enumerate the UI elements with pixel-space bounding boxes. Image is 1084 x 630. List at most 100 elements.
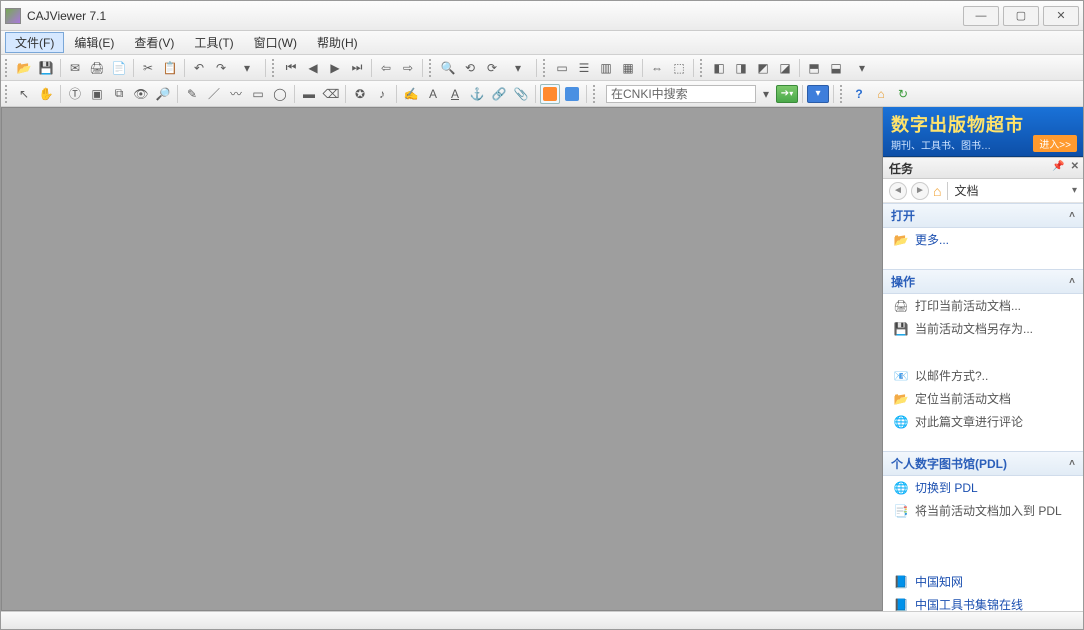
toolbar-grip[interactable] <box>593 85 598 103</box>
last-page-icon[interactable]: ⏭ <box>347 58 367 78</box>
eraser-icon[interactable]: ⌫ <box>321 84 341 104</box>
menu-view[interactable]: 查看(V) <box>124 32 184 53</box>
show-annot-icon[interactable] <box>540 84 560 104</box>
section-pdl-header[interactable]: 个人数字图书馆(PDL) ˄ <box>883 451 1083 476</box>
zoom-icon[interactable]: 🔍 <box>438 58 458 78</box>
close-pane-icon[interactable]: ✕ <box>1071 161 1079 172</box>
fit-page-icon[interactable]: ⬚ <box>669 58 689 78</box>
search-scope-dropdown[interactable]: ▾ <box>758 84 774 104</box>
cut-icon[interactable]: ✂ <box>138 58 158 78</box>
btn-d-icon[interactable]: ◪ <box>775 58 795 78</box>
banner-enter-button[interactable]: 进入>> <box>1033 135 1077 152</box>
nav-dropdown[interactable]: ▾ <box>1072 185 1077 196</box>
nav-forward-icon[interactable]: ► <box>911 182 929 200</box>
first-page-icon[interactable]: ⏮ <box>281 58 301 78</box>
toolbar-grip[interactable] <box>543 59 548 77</box>
nav-back-icon[interactable]: ◄ <box>889 182 907 200</box>
rotate-left-icon[interactable]: ⟲ <box>460 58 480 78</box>
link-tools[interactable]: 📘 中国工具书集锦在线 <box>883 593 1083 611</box>
anchor-icon[interactable]: ⚓ <box>467 84 487 104</box>
forward-icon[interactable]: ⇨ <box>398 58 418 78</box>
pdl-add[interactable]: 📑 将当前活动文档加入到 PDL <box>883 499 1083 522</box>
toolbar-grip[interactable] <box>700 59 705 77</box>
fit-width-icon[interactable]: ⇔ <box>647 58 667 78</box>
ellipse-icon[interactable]: ◯ <box>270 84 290 104</box>
menu-file[interactable]: 文件(F) <box>5 32 64 53</box>
select-text-icon[interactable]: Ⓣ <box>65 84 85 104</box>
op-saveas[interactable]: 💾 当前活动文档另存为... <box>883 317 1083 340</box>
rect-icon[interactable]: ▭ <box>248 84 268 104</box>
toolbar-grip[interactable] <box>272 59 277 77</box>
pencil-icon[interactable]: ✎ <box>182 84 202 104</box>
magnify-icon[interactable]: 🔎 <box>153 84 173 104</box>
menu-tools[interactable]: 工具(T) <box>184 32 243 53</box>
open-more[interactable]: 📂 更多... <box>883 228 1083 251</box>
pointer-icon[interactable]: ↖ <box>14 84 34 104</box>
layout-facing-icon[interactable]: ▥ <box>596 58 616 78</box>
highlight-icon[interactable]: ▬ <box>299 84 319 104</box>
note-icon[interactable]: ✍ <box>401 84 421 104</box>
toolbar-grip[interactable] <box>5 85 10 103</box>
open-icon[interactable]: 📂 <box>14 58 34 78</box>
document-canvas[interactable] <box>1 107 883 611</box>
link-cnki[interactable]: 📘 中国知网 <box>883 570 1083 593</box>
copy-icon[interactable]: 📄 <box>109 58 129 78</box>
nav-home-icon[interactable]: ⌂ <box>933 183 941 199</box>
menu-edit[interactable]: 编辑(E) <box>64 32 124 53</box>
attach-icon[interactable]: 📎 <box>511 84 531 104</box>
btn-a-icon[interactable]: ◧ <box>709 58 729 78</box>
pdl-switch[interactable]: 🌐 切换到 PDL <box>883 476 1083 499</box>
maximize-button[interactable]: ▢ <box>1003 6 1039 26</box>
next-page-icon[interactable]: ▶ <box>325 58 345 78</box>
home-icon[interactable]: ⌂ <box>871 84 891 104</box>
zoom-dropdown[interactable]: ▾ <box>504 58 532 78</box>
line-icon[interactable]: ／ <box>204 84 224 104</box>
music-icon[interactable]: ♪ <box>372 84 392 104</box>
search-input[interactable] <box>606 85 756 103</box>
toolbar-grip[interactable] <box>429 59 434 77</box>
btn-f-icon[interactable]: ⬓ <box>826 58 846 78</box>
prev-page-icon[interactable]: ◀ <box>303 58 323 78</box>
btn-b-icon[interactable]: ◨ <box>731 58 751 78</box>
menu-help[interactable]: 帮助(H) <box>307 32 368 53</box>
minimize-button[interactable]: — <box>963 6 999 26</box>
share-icon[interactable] <box>562 84 582 104</box>
hand-icon[interactable]: ✋ <box>36 84 56 104</box>
section-open-header[interactable]: 打开 ˄ <box>883 203 1083 228</box>
layout-multi-icon[interactable]: ▦ <box>618 58 638 78</box>
snapshot-icon[interactable]: ⧉ <box>109 84 129 104</box>
undo-icon[interactable]: ↶ <box>189 58 209 78</box>
mail-icon[interactable]: ✉ <box>65 58 85 78</box>
layout-cont-icon[interactable]: ☰ <box>574 58 594 78</box>
ocr-icon[interactable]: 👁 <box>131 84 151 104</box>
promo-banner[interactable]: 数字出版物超市 期刊、工具书、图书… 进入>> <box>883 107 1083 157</box>
op-locate[interactable]: 📂 定位当前活动文档 <box>883 387 1083 410</box>
print-icon[interactable]: 🖨 <box>87 58 107 78</box>
stamp-icon[interactable]: ✪ <box>350 84 370 104</box>
more-dropdown[interactable]: ▾ <box>848 58 876 78</box>
close-button[interactable]: ✕ <box>1043 6 1079 26</box>
text-icon[interactable]: A <box>423 84 443 104</box>
redo-icon[interactable]: ↷ <box>211 58 231 78</box>
link-icon[interactable]: 🔗 <box>489 84 509 104</box>
search-go-button[interactable]: ➔▾ <box>776 85 798 103</box>
paste-icon[interactable]: 📋 <box>160 58 180 78</box>
toolbar-grip[interactable] <box>840 85 845 103</box>
op-comment[interactable]: 🌐 对此篇文章进行评论 <box>883 410 1083 433</box>
refresh-icon[interactable]: ↻ <box>893 84 913 104</box>
web-search-icon[interactable]: ▾ <box>807 85 829 103</box>
help-icon[interactable]: ? <box>849 84 869 104</box>
back-icon[interactable]: ⇦ <box>376 58 396 78</box>
curve-icon[interactable]: 〰 <box>226 84 246 104</box>
rotate-right-icon[interactable]: ⟳ <box>482 58 502 78</box>
section-ops-header[interactable]: 操作 ˄ <box>883 269 1083 294</box>
save-icon[interactable]: 💾 <box>36 58 56 78</box>
menu-window[interactable]: 窗口(W) <box>244 32 307 53</box>
history-dropdown[interactable]: ▾ <box>233 58 261 78</box>
btn-c-icon[interactable]: ◩ <box>753 58 773 78</box>
btn-e-icon[interactable]: ⬒ <box>804 58 824 78</box>
op-mail[interactable]: 📧 以邮件方式?.. <box>883 364 1083 387</box>
select-area-icon[interactable]: ▣ <box>87 84 107 104</box>
underline-icon[interactable]: A <box>445 84 465 104</box>
layout-single-icon[interactable]: ▭ <box>552 58 572 78</box>
